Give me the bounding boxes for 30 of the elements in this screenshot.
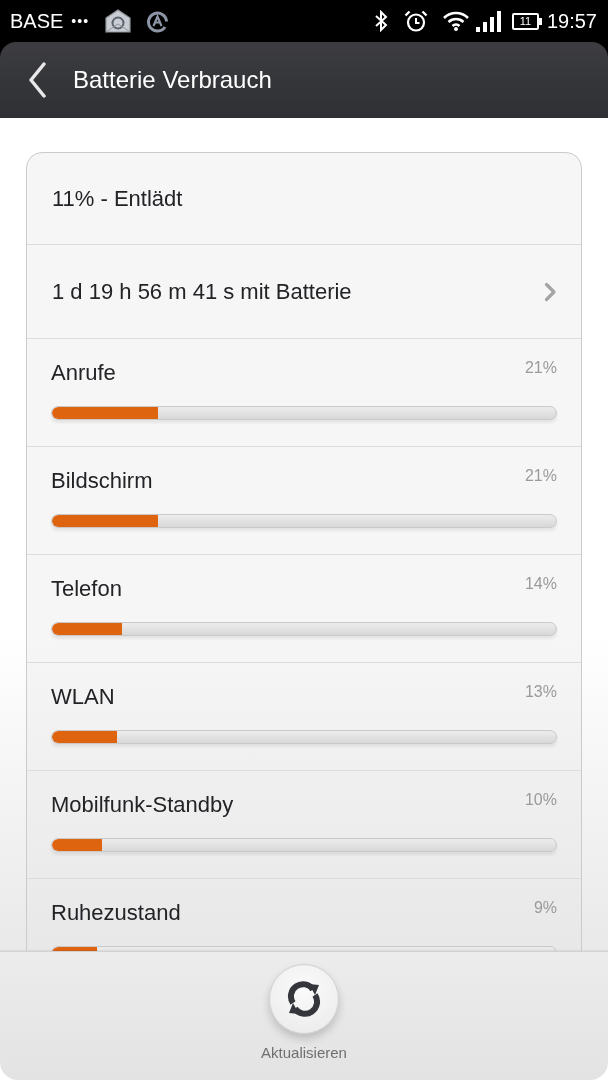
bluetooth-icon — [373, 10, 388, 32]
carrier-name: BASE — [10, 10, 64, 32]
battery-duration-item[interactable]: 1 d 19 h 56 m 41 s mit Batterie — [27, 245, 581, 339]
usage-percent: 9% — [533, 899, 557, 917]
usage-percent: 10% — [524, 791, 557, 809]
signal-icon — [475, 10, 502, 32]
usage-label: Ruhezustand — [51, 899, 181, 927]
more-indicator: ••• — [71, 13, 90, 29]
usage-label: Telefon — [51, 575, 122, 603]
usage-label: WLAN — [51, 683, 115, 711]
usage-percent: 13% — [524, 683, 557, 701]
wifi-icon — [441, 11, 470, 31]
clock-time: 19:57 — [546, 10, 597, 32]
usage-label: Anrufe — [51, 359, 116, 387]
chevron-left-icon — [28, 62, 46, 98]
usage-label: Bildschirm — [51, 467, 153, 495]
usage-label: Mobilfunk-Standby — [51, 791, 234, 819]
envelope-icon — [105, 9, 132, 33]
refresh-icon — [286, 981, 322, 1017]
alarm-clock-icon — [403, 10, 428, 32]
refresh-label: Aktualisieren — [261, 1044, 347, 1062]
chevron-right-icon — [544, 281, 557, 302]
ring-icon — [146, 9, 170, 33]
battery-indicator: 11 — [511, 12, 539, 30]
page-title: Batterie Verbrauch — [73, 66, 272, 94]
usage-percent: 21% — [524, 359, 557, 377]
usage-percent: 21% — [524, 467, 557, 485]
refresh-button[interactable] — [269, 964, 339, 1034]
usage-percent: 14% — [524, 575, 557, 593]
battery-status-text: 11% - Entlädt — [52, 185, 183, 212]
